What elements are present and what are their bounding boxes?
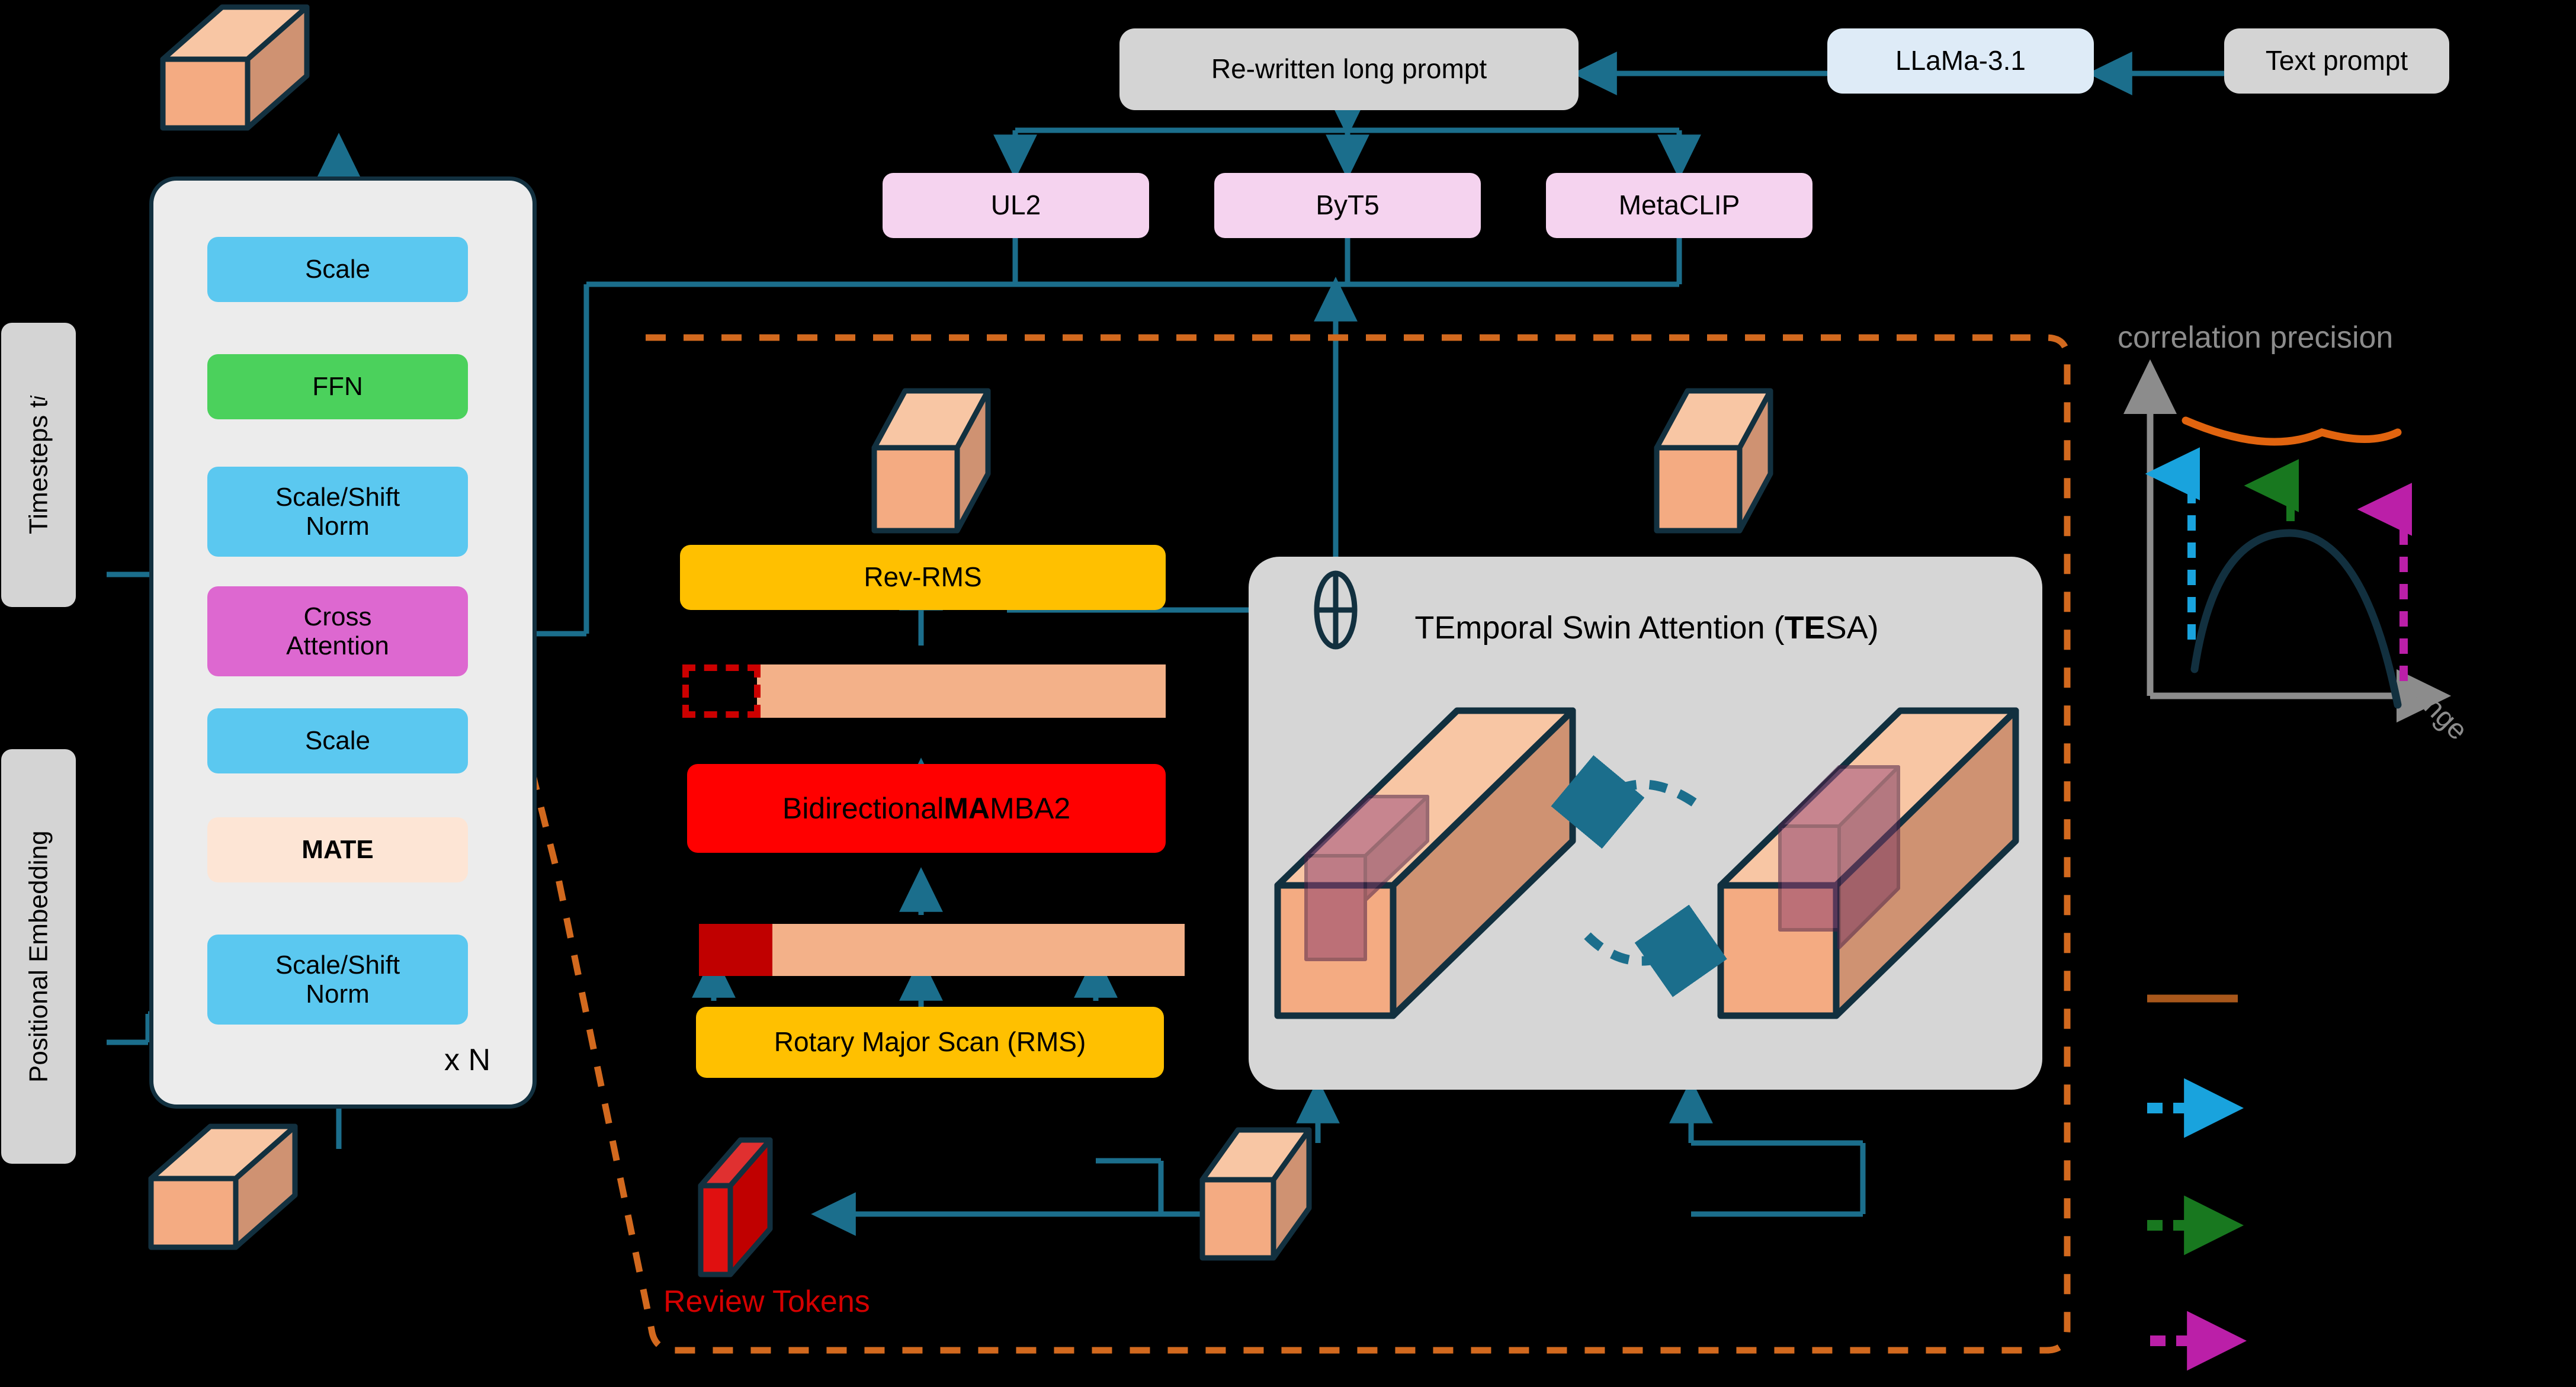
dit-layer-mate[interactable]: MATE: [207, 817, 468, 882]
mamba-label-suffix: MBA2: [989, 792, 1071, 825]
encoder-byt5[interactable]: ByT5: [1214, 173, 1481, 238]
mamba-label-bold: MA: [944, 792, 990, 825]
timesteps-node[interactable]: Timesteps ti: [1, 323, 76, 607]
encoder-ul2[interactable]: UL2: [883, 173, 1149, 238]
dit-layer-scale-shift-norm-lower[interactable]: Scale/Shift Norm: [207, 935, 468, 1025]
review-tokens-label: Review Tokens: [663, 1285, 870, 1319]
chart-series-trend: [2182, 416, 2402, 446]
output-cuboid-top: [160, 4, 310, 131]
review-token-slot-dashed: [682, 664, 761, 718]
dit-layer-ffn[interactable]: FFN: [207, 354, 468, 419]
tesa-title-prefix: TEmporal Swin Attention (: [1414, 609, 1785, 646]
inset-chart-xlabel: range: [2399, 672, 2474, 746]
text-prompt-node[interactable]: Text prompt: [2224, 28, 2449, 94]
latent-input-cuboid: [1199, 1127, 1312, 1261]
review-tokens-cuboid: [698, 1137, 773, 1277]
tesa-title: TEmporal Swin Attention (TE SA): [1279, 604, 2014, 651]
input-cuboid-bottom: [148, 1123, 298, 1250]
dit-layer-scale-shift-norm-upper[interactable]: Scale/Shift Norm: [207, 467, 468, 557]
timesteps-label: Timesteps t: [24, 400, 53, 534]
rotary-major-scan-block[interactable]: Rotary Major Scan (RMS): [696, 1007, 1164, 1078]
tesa-title-bold: TE: [1784, 609, 1826, 646]
mamba-label-prefix: Bidirectional: [782, 792, 944, 825]
chart-series-correlation: [2190, 529, 2402, 709]
chart-axes: [2123, 359, 2452, 723]
dit-layer-scale-lower[interactable]: Scale: [207, 708, 468, 773]
tesa-output-cuboid: [1654, 388, 1773, 534]
llama-node[interactable]: LLaMa-3.1: [1827, 28, 2094, 94]
timesteps-subscript: i: [27, 396, 50, 400]
rev-rms-block[interactable]: Rev-RMS: [680, 545, 1166, 610]
dit-layer-cross-attention[interactable]: Cross Attention: [207, 586, 468, 676]
mamba-output-cuboid: [871, 388, 991, 534]
tesa-title-suffix: SA): [1825, 609, 1879, 646]
dit-layer-scale-top[interactable]: Scale: [207, 237, 468, 302]
repeat-count-label: x N: [444, 1043, 490, 1077]
encoder-metaclip[interactable]: MetaCLIP: [1546, 173, 1812, 238]
diagram-canvas: Text prompt LLaMa-3.1 Re-written long pr…: [0, 0, 2576, 1387]
token-strip-lower: [772, 924, 1185, 976]
inset-chart-title: correlation precision: [2118, 320, 2394, 355]
rewritten-prompt-node[interactable]: Re-written long prompt: [1119, 28, 1579, 110]
token-strip-lower-review: [699, 924, 772, 976]
bidirectional-mamba2-block[interactable]: Bidirectional MA MBA2: [687, 764, 1166, 853]
token-strip-upper: [757, 664, 1166, 718]
positional-embedding-node[interactable]: Positional Embedding: [1, 749, 76, 1164]
